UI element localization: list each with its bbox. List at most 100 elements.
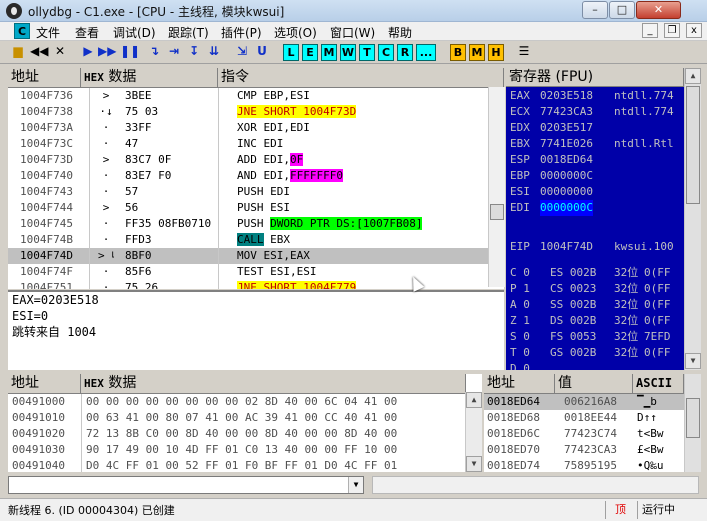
flag-bit[interactable]: T 0 (510, 345, 530, 361)
mdi-close-button[interactable]: x (686, 23, 702, 38)
menu-plugins[interactable]: 插件(P) (221, 24, 262, 41)
modules-window-button[interactable]: E (302, 44, 318, 61)
register-value[interactable]: 7741E026 (540, 136, 593, 152)
registers-header[interactable]: 寄存器 (FPU) (506, 68, 684, 87)
stack-value-header[interactable]: 值 (555, 374, 633, 394)
registers-scrollbar[interactable]: ▲ ▼ (684, 68, 701, 370)
scroll-down-icon[interactable]: ▼ (685, 353, 701, 369)
stack-row[interactable]: 0018ED74 75895195 •Q‰u (484, 458, 684, 472)
memory-window-button[interactable]: M (321, 44, 337, 61)
stack-pane[interactable]: 地址 值 ASCII 0018ED64 006216A8 ▔▁b 0018ED68 00… (484, 374, 684, 472)
eip-value[interactable]: 1004F74D (540, 239, 593, 255)
mdi-minimize-button[interactable]: _ (642, 23, 658, 38)
run-trace-window-button[interactable]: ... (416, 44, 436, 61)
pause-icon[interactable]: ❚❚ (120, 44, 140, 61)
cpu-window-icon[interactable]: C (14, 23, 30, 39)
disasm-row[interactable]: 1004F73A · 33FF XOR EDI,EDI (8, 120, 496, 136)
menu-window[interactable]: 窗口(W) (330, 24, 375, 41)
command-dropdown-icon[interactable]: ▼ (348, 477, 363, 493)
memory-breakpoints-button[interactable]: M (469, 44, 485, 61)
disasm-row[interactable]: 1004F74B · FFD3 CALL EBX (8, 232, 496, 248)
threads-window-button[interactable]: T (359, 44, 375, 61)
dump-row[interactable]: 00491030 90 17 49 00 10 4D FF 01 C0 13 40… (8, 442, 466, 458)
disasm-scroll-thumb[interactable] (490, 204, 504, 220)
disasm-scrollbar[interactable] (488, 87, 505, 287)
menu-view[interactable]: 查看 (75, 24, 99, 41)
windows-window-button[interactable]: W (340, 44, 356, 61)
close-icon[interactable]: ✕ (52, 44, 68, 61)
disasm-address-header[interactable]: 地址 (8, 68, 81, 88)
menu-trace[interactable]: 跟踪(T) (168, 24, 209, 41)
disasm-row[interactable]: 1004F73D >83C7 0F ADD EDI,0F (8, 152, 496, 168)
dump-row[interactable]: 00491000 00 00 00 00 00 00 00 00 02 8D 40… (8, 394, 466, 410)
menu-help[interactable]: 帮助 (388, 24, 412, 41)
disasm-row[interactable]: 1004F744 >56 PUSH ESI (8, 200, 496, 216)
maximize-button[interactable]: □ (609, 1, 635, 19)
flag-bit[interactable]: Z 1 (510, 313, 530, 329)
stack-row[interactable]: 0018ED70 77423CA3 £<Bw (484, 442, 684, 458)
dump-address-header[interactable]: 地址 (8, 374, 81, 394)
disasm-row[interactable]: 1004F74F · 85F6 TEST ESI,ESI (8, 264, 496, 280)
stack-ascii-header[interactable]: ASCII (633, 374, 684, 394)
menu-options[interactable]: 选项(O) (274, 24, 317, 41)
stack-scroll-thumb[interactable] (686, 398, 700, 438)
register-value[interactable]: 77423CA3 (540, 104, 593, 120)
disasm-row[interactable]: 1004F745 · FF35 08FB0710 PUSH DWORD PTR DS:… (8, 216, 496, 232)
dump-hex-header[interactable]: HEX 数据 (81, 374, 466, 394)
disasm-row[interactable]: 1004F74D > ↳ 8BF0 MOV ESI,EAX (8, 248, 496, 264)
step-over-icon[interactable]: ⇥ (166, 44, 182, 61)
scroll-down-icon[interactable]: ▼ (466, 456, 482, 472)
disasm-hex-header[interactable]: HEX 数据 (81, 68, 218, 88)
log-window-button[interactable]: L (283, 44, 299, 61)
rewind-icon[interactable]: ◀◀ (30, 44, 48, 61)
stack-address-header[interactable]: 地址 (484, 374, 555, 394)
disasm-row[interactable]: 1004F743 · 57 PUSH EDI (8, 184, 496, 200)
execute-till-return-icon[interactable]: ⇲ (234, 44, 250, 61)
disasm-row[interactable]: 1004F73C · 47 INC EDI (8, 136, 496, 152)
step-into-icon[interactable]: ↴ (146, 44, 162, 61)
register-value[interactable]: 0018ED64 (540, 152, 593, 168)
stack-scrollbar[interactable] (684, 374, 701, 472)
flag-bit[interactable]: A 0 (510, 297, 530, 313)
menu-file[interactable]: 文件 (36, 24, 60, 41)
mdi-restore-button[interactable]: ❐ (664, 23, 680, 38)
register-value[interactable]: 0203E518 (540, 88, 593, 104)
disasm-asm-header[interactable]: 指令 (218, 68, 504, 88)
menu-debug[interactable]: 调试(D) (113, 24, 156, 41)
dump-row[interactable]: 00491020 72 13 8B C0 00 8D 40 00 00 8D 40… (8, 426, 466, 442)
disassembly-pane[interactable]: 地址 HEX 数据 指令 1004F736 >3BEE CMP EBP,ESI 100… (8, 68, 504, 289)
list-icon[interactable]: ☰ (516, 44, 532, 61)
go-to-icon[interactable]: U (254, 44, 270, 61)
dump-row[interactable]: 00491010 00 63 41 00 80 07 41 00 AC 39 41… (8, 410, 466, 426)
flag-bit[interactable]: C 0 (510, 265, 530, 281)
breakpoints-window-button[interactable]: B (450, 44, 466, 61)
references-window-button[interactable]: R (397, 44, 413, 61)
dump-row[interactable]: 00491040 D0 4C FF 01 00 52 FF 01 F0 BF FF… (8, 458, 466, 472)
animate-icon[interactable]: ▶▶ (98, 44, 116, 61)
registers-pane[interactable]: EAX 0203E518 ntdll.774 ECX 77423CA3 ntdll.774… (506, 87, 684, 370)
register-value[interactable]: 0000000C (540, 168, 593, 184)
command-line-input[interactable] (8, 476, 364, 494)
trace-over-icon[interactable]: ⇊ (206, 44, 222, 61)
run-icon[interactable]: ▶ (80, 44, 96, 61)
register-value[interactable]: 00000000 (540, 184, 593, 200)
minimize-button[interactable]: – (582, 1, 608, 19)
flag-bit[interactable]: S 0 (510, 329, 530, 345)
stack-row[interactable]: 0018ED64 006216A8 ▔▁b (484, 394, 684, 410)
cpu-window-button[interactable]: C (378, 44, 394, 61)
stack-row[interactable]: 0018ED6C 77423C74 t<Bw (484, 426, 684, 442)
close-button[interactable]: ✕ (636, 1, 681, 19)
open-icon[interactable]: ▆ (10, 44, 26, 61)
scroll-up-icon[interactable]: ▲ (685, 68, 701, 84)
flag-bit[interactable]: P 1 (510, 281, 530, 297)
disasm-row[interactable]: 1004F740 · 83E7 F0 AND EDI,FFFFFFF0 (8, 168, 496, 184)
flag-bit[interactable]: D 0 (510, 361, 530, 370)
hardware-breakpoints-button[interactable]: H (488, 44, 504, 61)
disasm-row[interactable]: 1004F738 ·↓ 75 03 JNE SHORT 1004F73D (8, 104, 496, 120)
trace-into-icon[interactable]: ↧ (186, 44, 202, 61)
dump-pane[interactable]: 地址 HEX 数据 00491000 00 00 00 00 00 00 00 0… (8, 374, 482, 472)
dump-scrollbar[interactable]: ▲ ▼ (465, 392, 482, 472)
registers-scroll-thumb[interactable] (686, 86, 700, 204)
register-value[interactable]: 0203E517 (540, 120, 593, 136)
scroll-up-icon[interactable]: ▲ (466, 392, 482, 408)
